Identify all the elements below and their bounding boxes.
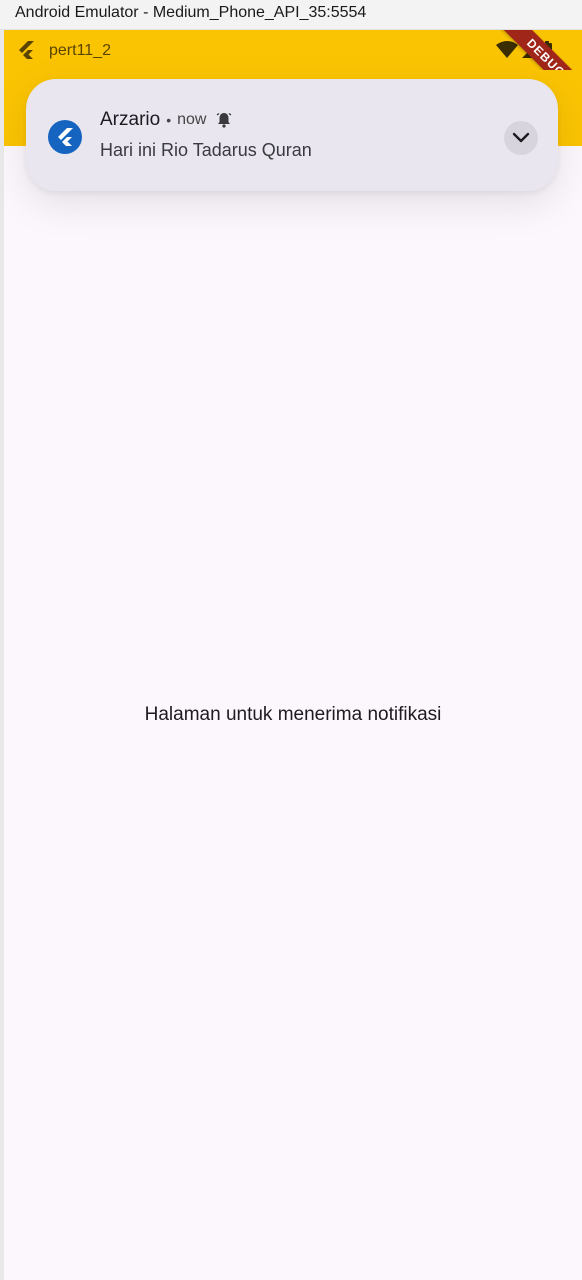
phone-screen: pert11_2 DEBUG Arzario • now Hari ini Ri… — [4, 30, 582, 1280]
flutter-icon — [19, 41, 34, 59]
heads-up-notification[interactable]: Arzario • now Hari ini Rio Tadarus Quran — [26, 79, 558, 191]
notification-app-icon — [48, 120, 82, 154]
emulator-window: Android Emulator - Medium_Phone_API_35:5… — [0, 0, 582, 1280]
notification-expand-button[interactable] — [504, 121, 538, 155]
bell-icon — [217, 112, 232, 128]
status-app-label: pert11_2 — [49, 42, 111, 59]
window-titlebar[interactable]: Android Emulator - Medium_Phone_API_35:5… — [0, 0, 582, 30]
notification-separator: • — [166, 112, 172, 128]
notification-app-name: Arzario — [100, 109, 161, 130]
flutter-icon — [58, 128, 73, 146]
window-title: Android Emulator - Medium_Phone_API_35:5… — [15, 4, 367, 21]
page-message: Halaman untuk menerima notifikasi — [144, 704, 442, 725]
status-bar: pert11_2 DEBUG — [4, 30, 582, 115]
notification-time: now — [177, 111, 207, 128]
notification-header: Arzario • now — [100, 109, 232, 131]
wifi-icon — [496, 41, 518, 58]
chevron-down-icon — [512, 132, 530, 143]
notification-body: Hari ini Rio Tadarus Quran — [100, 140, 312, 160]
